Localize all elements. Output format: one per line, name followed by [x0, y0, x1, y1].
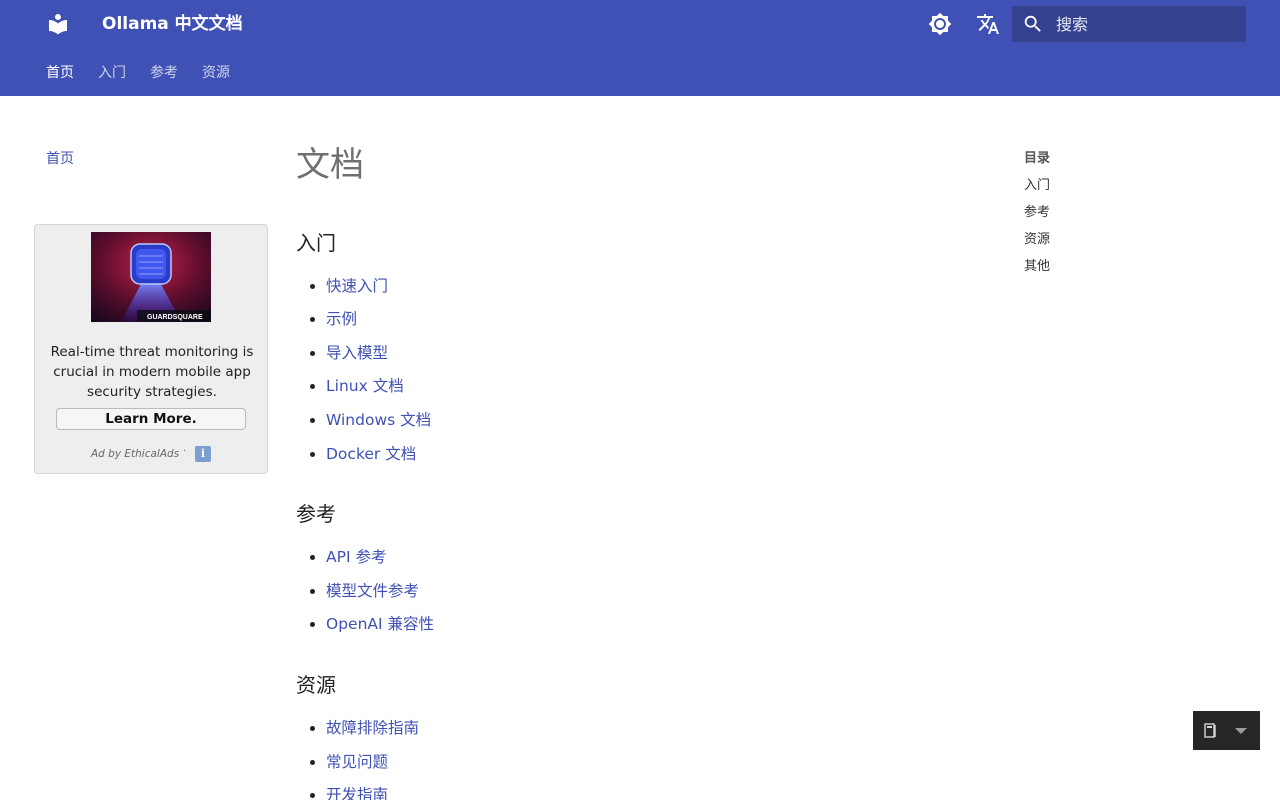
list-item: API 参考	[309, 547, 386, 567]
tab-reference[interactable]: 参考	[150, 64, 178, 82]
doc-link-api-reference[interactable]: API 参考	[326, 548, 386, 566]
page-title: 文档	[296, 145, 364, 185]
search-icon	[1024, 15, 1041, 32]
doc-link-openai-compat[interactable]: OpenAI 兼容性	[326, 615, 434, 633]
doc-link-linux[interactable]: Linux 文档	[326, 377, 404, 395]
doc-link-windows[interactable]: Windows 文档	[326, 411, 431, 429]
ad-separator: ·	[183, 446, 187, 457]
theme-toggle-button[interactable]	[926, 10, 954, 38]
language-button[interactable]	[974, 10, 1002, 38]
list-item: 故障排除指南	[309, 718, 419, 738]
list-item: 开发指南	[309, 785, 388, 800]
tab-getting-started[interactable]: 入门	[98, 64, 126, 82]
doc-link-docker[interactable]: Docker 文档	[326, 445, 416, 463]
ad-image[interactable]: GUARDSQUARE	[91, 232, 211, 322]
toc-item-other[interactable]: 其他	[1024, 259, 1050, 275]
toc-item-resources[interactable]: 资源	[1024, 232, 1050, 248]
ethicalads-box: GUARDSQUARE Real-time threat monitoring …	[34, 224, 268, 474]
doc-link-troubleshooting[interactable]: 故障排除指南	[326, 719, 419, 737]
list-item: 快速入门	[309, 276, 388, 296]
list-item: Docker 文档	[309, 444, 416, 464]
nav-tabs: 首页 入门 参考 资源	[0, 48, 1280, 96]
search-input[interactable]	[1056, 6, 1238, 42]
doc-link-modelfile-reference[interactable]: 模型文件参考	[326, 582, 419, 600]
list-item: 常见问题	[309, 752, 388, 772]
search-box[interactable]	[1012, 6, 1246, 42]
doc-link-examples[interactable]: 示例	[326, 310, 357, 328]
doc-link-quickstart[interactable]: 快速入门	[326, 277, 388, 295]
translate-icon	[977, 14, 999, 34]
tab-home[interactable]: 首页	[46, 64, 74, 82]
ad-info-icon[interactable]: i	[195, 446, 211, 462]
list-item: 模型文件参考	[309, 581, 419, 601]
ad-brand-text: GUARDSQUARE	[147, 314, 203, 321]
site-title[interactable]: Ollama 中文文档	[102, 12, 243, 36]
site-logo-icon[interactable]	[46, 12, 70, 36]
sidebar-item-home[interactable]: 首页	[46, 150, 74, 168]
book-icon	[1204, 723, 1216, 738]
doc-link-import-model[interactable]: 导入模型	[326, 344, 388, 362]
list-item: Windows 文档	[309, 410, 431, 430]
section-heading-reference: 参考	[296, 502, 336, 526]
tab-resources[interactable]: 资源	[202, 64, 230, 82]
ad-attribution-link[interactable]: Ad by EthicalAds	[91, 448, 179, 460]
ad-text[interactable]: Real-time threat monitoring is crucial i…	[47, 342, 257, 402]
doc-link-faq[interactable]: 常见问题	[326, 753, 388, 771]
section-heading-resources: 资源	[296, 673, 336, 697]
ad-banner-image: GUARDSQUARE	[91, 232, 211, 322]
list-item: 示例	[309, 309, 357, 329]
header-bar: Ollama 中文文档	[0, 0, 1280, 48]
brightness-icon	[928, 12, 952, 36]
section-heading-getting-started: 入门	[296, 231, 336, 255]
doc-link-development[interactable]: 开发指南	[326, 786, 388, 800]
list-item: OpenAI 兼容性	[309, 614, 434, 634]
ad-learn-more-button[interactable]: Learn More.	[56, 408, 246, 430]
toc-title: 目录	[1024, 151, 1051, 166]
toc-item-getting-started[interactable]: 入门	[1024, 178, 1050, 194]
caret-down-icon	[1235, 728, 1247, 734]
list-item: Linux 文档	[310, 376, 404, 396]
version-switcher-button[interactable]	[1193, 711, 1260, 750]
list-item: 导入模型	[309, 343, 388, 363]
toc-item-reference[interactable]: 参考	[1024, 205, 1050, 221]
